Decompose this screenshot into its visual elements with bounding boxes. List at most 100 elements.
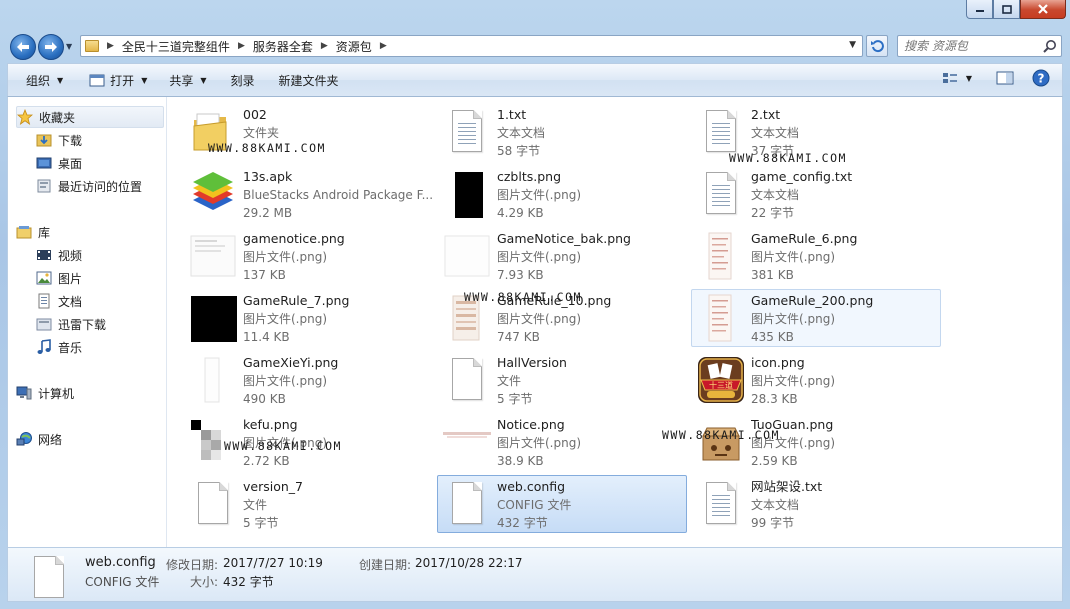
chevron-right-icon[interactable]: ▶: [238, 41, 245, 51]
address-bar[interactable]: ▶ 全民十三道完整组件 ▶ 服务器全套 ▶ 资源包 ▶ ▼: [80, 35, 863, 57]
back-button[interactable]: [10, 34, 36, 60]
burn-label: 刻录: [230, 73, 255, 88]
change-view-button[interactable]: ▼: [942, 71, 972, 85]
file-name: 1.txt: [497, 107, 527, 122]
chevron-right-icon[interactable]: ▶: [380, 41, 387, 51]
file-type: 图片文件(.png): [243, 374, 328, 388]
details-file-type: CONFIG 文件: [85, 575, 160, 589]
sidebar-item-desktop[interactable]: 桌面: [36, 152, 164, 174]
forward-button[interactable]: [38, 34, 64, 60]
file-size: 435 KB: [751, 330, 794, 344]
open-label: 打开: [110, 73, 135, 88]
sidebar-item-libraries[interactable]: 库: [16, 221, 164, 243]
file-item[interactable]: TuoGuan.png 图片文件(.png) 2.59 KB: [692, 414, 942, 472]
file-type: 文本文档: [751, 126, 800, 140]
file-item[interactable]: GameRule_200.png 图片文件(.png) 435 KB: [691, 289, 941, 347]
file-name: 网站架设.txt: [751, 479, 823, 494]
close-button[interactable]: [1020, 0, 1066, 19]
folder-icon: [85, 40, 99, 52]
refresh-button[interactable]: [866, 35, 888, 57]
details-pane: web.config CONFIG 文件 修改日期: 2017/7/27 10:…: [7, 547, 1063, 602]
star-icon: [17, 109, 33, 125]
picture-icon: [36, 270, 52, 286]
sidebar-item-thunder[interactable]: 迅雷下载: [36, 313, 164, 335]
network-icon: [16, 431, 32, 447]
open-menu[interactable]: 打开 ▼: [80, 68, 156, 92]
sidebar-item-recent[interactable]: 最近访问的位置: [36, 175, 164, 197]
new-folder-label: 新建文件夹: [278, 73, 339, 88]
file-list[interactable]: 002 文件夹 1.txt 文本文档 58 字节 2.txt 文本文档 37 字节 13s…: [168, 97, 1062, 547]
file-item[interactable]: GameRule_6.png 图片文件(.png) 381 KB: [692, 228, 942, 286]
sidebar-item-favorites[interactable]: 收藏夹: [16, 106, 164, 128]
file-size: 7.93 KB: [497, 268, 544, 282]
file-item[interactable]: czblts.png 图片文件(.png) 4.29 KB: [438, 166, 688, 224]
file-type: 图片文件(.png): [751, 250, 836, 264]
sidebar-item-downloads[interactable]: 下载: [36, 129, 164, 151]
maximize-button[interactable]: [993, 0, 1020, 19]
chevron-right-icon[interactable]: ▶: [107, 41, 114, 51]
sidebar-item-pictures[interactable]: 图片: [36, 267, 164, 289]
chevron-right-icon[interactable]: ▶: [321, 41, 328, 51]
text-file-icon: [697, 480, 745, 528]
file-name: GameNotice_bak.png: [497, 231, 631, 246]
sidebar-label: 网络: [38, 432, 63, 447]
created-label: 创建日期:: [359, 558, 412, 572]
file-item[interactable]: 网站架设.txt 文本文档 99 字节: [692, 476, 942, 534]
search-box[interactable]: [897, 35, 1062, 57]
file-item[interactable]: GameRule_7.png 图片文件(.png) 11.4 KB: [184, 290, 434, 348]
size-value: 432 字节: [223, 575, 274, 589]
file-item[interactable]: HallVersion 文件 5 字节: [438, 352, 688, 410]
file-item[interactable]: version_7 文件 5 字节: [184, 476, 434, 534]
file-item[interactable]: game_config.txt 文本文档 22 字节: [692, 166, 942, 224]
new-folder-button[interactable]: 新建文件夹: [270, 68, 348, 92]
minimize-button[interactable]: [966, 0, 993, 19]
file-item[interactable]: 1.txt 文本文档 58 字节: [438, 104, 688, 162]
sidebar-item-music[interactable]: 音乐: [36, 336, 164, 358]
file-type: 图片文件(.png): [497, 436, 582, 450]
file-item[interactable]: 13s.apk BlueStacks Android Package F... 29…: [184, 166, 434, 224]
file-type: 文件: [497, 374, 522, 388]
breadcrumb-item[interactable]: 全民十三道完整组件: [122, 38, 230, 55]
file-size: 2.72 KB: [243, 454, 290, 468]
file-type: 文本文档: [751, 188, 800, 202]
preview-pane-icon[interactable]: [996, 71, 1014, 85]
organize-menu[interactable]: 组织 ▼: [17, 68, 72, 92]
sidebar-label: 最近访问的位置: [58, 179, 143, 194]
sidebar-item-documents[interactable]: 文档: [36, 290, 164, 312]
sidebar-item-network[interactable]: 网络: [16, 428, 164, 450]
file-size: 58 字节: [497, 144, 541, 158]
view-controls: ▼ ?: [942, 69, 1050, 87]
file-item[interactable]: Notice.png 图片文件(.png) 38.9 KB: [438, 414, 688, 472]
file-item-selected[interactable]: web.config CONFIG 文件 432 字节: [437, 475, 687, 533]
file-size: 5 字节: [497, 392, 533, 406]
sidebar-item-videos[interactable]: 视频: [36, 244, 164, 266]
image-thumbnail: [443, 418, 491, 466]
search-icon[interactable]: [1043, 39, 1057, 53]
image-thumbnail: [189, 356, 237, 404]
file-item[interactable]: gamenotice.png 图片文件(.png) 137 KB: [184, 228, 434, 286]
file-name: 2.txt: [751, 107, 781, 122]
file-item[interactable]: GameXieYi.png 图片文件(.png) 490 KB: [184, 352, 434, 410]
help-icon[interactable]: ?: [1032, 69, 1050, 87]
sidebar-label: 迅雷下载: [58, 317, 107, 332]
created-value: 2017/10/28 22:17: [415, 556, 523, 570]
search-input[interactable]: [904, 36, 1044, 56]
file-size: 2.59 KB: [751, 454, 798, 468]
share-menu[interactable]: 共享 ▼: [160, 68, 215, 92]
burn-button[interactable]: 刻录: [222, 68, 264, 92]
details-file-name: web.config: [85, 555, 156, 570]
music-icon: [36, 339, 52, 355]
file-name: czblts.png: [497, 169, 562, 184]
file-item[interactable]: 十三道 icon.png 图片文件(.png) 28.3 KB: [692, 352, 942, 410]
file-icon: [189, 480, 237, 528]
sidebar-label: 文档: [58, 294, 83, 309]
file-item[interactable]: GameNotice_bak.png 图片文件(.png) 7.93 KB: [438, 228, 688, 286]
chevron-down-icon[interactable]: ▼: [849, 40, 856, 50]
sidebar-label: 计算机: [38, 386, 75, 401]
file-size: 38.9 KB: [497, 454, 544, 468]
file-name: GameRule_200.png: [751, 293, 874, 308]
breadcrumb-item[interactable]: 服务器全套: [253, 38, 313, 55]
history-dropdown-icon[interactable]: ▼: [66, 42, 72, 51]
breadcrumb-item[interactable]: 资源包: [336, 38, 372, 55]
sidebar-item-computer[interactable]: 计算机: [16, 382, 164, 404]
